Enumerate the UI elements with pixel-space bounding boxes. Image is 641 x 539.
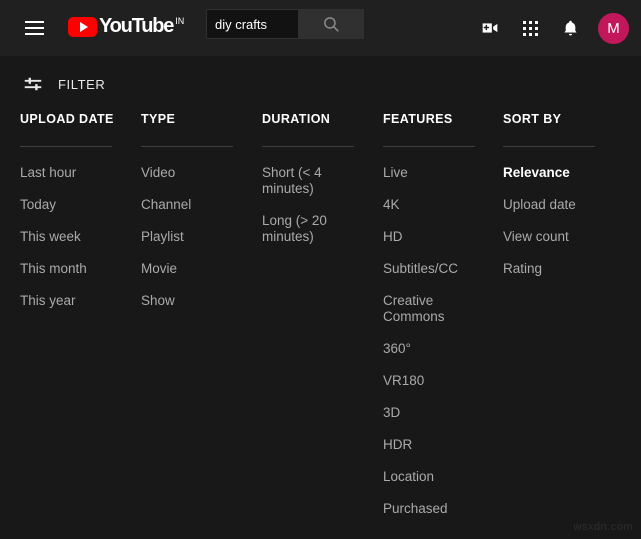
filter-option-rating[interactable]: Rating [503, 261, 595, 277]
hamburger-menu-button[interactable] [14, 8, 54, 48]
filter-option-channel[interactable]: Channel [141, 197, 233, 213]
filter-column-divider [383, 146, 475, 147]
filter-option-360[interactable]: 360° [383, 341, 475, 357]
filter-option-purchased[interactable]: Purchased [383, 501, 475, 517]
masthead-header: YouTube IN diy crafts M [0, 0, 641, 56]
notifications-bell-icon [563, 20, 577, 35]
filter-option-list-upload-date: Last hour Today This week This month This ye… [20, 165, 112, 309]
filter-option-relevance[interactable]: Relevance [503, 165, 595, 181]
filter-option-this-month[interactable]: This month [20, 261, 112, 277]
youtube-search-filters-page: YouTube IN diy crafts M FILTER UPLOAD DA… [0, 0, 641, 539]
filter-column-divider [503, 146, 595, 147]
filter-option-this-year[interactable]: This year [20, 293, 112, 309]
filter-option-3d[interactable]: 3D [383, 405, 475, 421]
apps-grid-button[interactable] [510, 8, 550, 48]
filter-column-title-upload-date: UPLOAD DATE [20, 112, 114, 126]
create-video-icon [482, 23, 498, 33]
filter-column-features: FEATURES Live 4K HD Subtitles/CC Creative Com… [383, 112, 475, 533]
filter-option-last-hour[interactable]: Last hour [20, 165, 112, 181]
filter-option-short-4-minutes[interactable]: Short (< 4 minutes) [262, 165, 354, 197]
filter-option-upload-date[interactable]: Upload date [503, 197, 595, 213]
filter-bar: FILTER [0, 56, 641, 112]
filter-column-sort-by: SORT BY Relevance Upload date View count Rat… [503, 112, 595, 293]
filter-label: FILTER [58, 76, 106, 92]
filter-sliders-icon [24, 77, 42, 91]
filter-option-playlist[interactable]: Playlist [141, 229, 233, 245]
filter-column-title-duration: DURATION [262, 112, 331, 126]
notifications-button[interactable] [550, 8, 590, 48]
filter-column-upload-date: UPLOAD DATE Last hour Today This week This m… [20, 112, 114, 325]
filter-option-long-20-minutes[interactable]: Long (> 20 minutes) [262, 213, 354, 245]
filter-option-location[interactable]: Location [383, 469, 475, 485]
search-icon [323, 16, 339, 32]
filter-option-hd[interactable]: HD [383, 229, 475, 245]
apps-grid-icon [522, 20, 538, 36]
filter-option-vr180[interactable]: VR180 [383, 373, 475, 389]
create-video-button[interactable] [470, 8, 510, 48]
filter-option-show[interactable]: Show [141, 293, 233, 309]
filter-column-title-type: TYPE [141, 112, 176, 126]
filter-option-subtitles-cc[interactable]: Subtitles/CC [383, 261, 475, 277]
filter-option-this-week[interactable]: This week [20, 229, 112, 245]
search-input[interactable] [206, 9, 299, 39]
filter-column-type: TYPE Video Channel Playlist Movie Show [141, 112, 233, 325]
hamburger-menu-icon [24, 21, 44, 35]
filter-column-divider [141, 146, 233, 147]
filter-option-4k[interactable]: 4K [383, 197, 475, 213]
search-button[interactable] [299, 9, 364, 39]
filter-option-list-duration: Short (< 4 minutes) Long (> 20 minutes) [262, 165, 354, 245]
filter-option-view-count[interactable]: View count [503, 229, 595, 245]
filter-option-video[interactable]: Video [141, 165, 233, 181]
filter-option-hdr[interactable]: HDR [383, 437, 475, 453]
filter-option-list-sort-by: Relevance Upload date View count Rating [503, 165, 595, 277]
filter-option-today[interactable]: Today [20, 197, 112, 213]
watermark: wsxdn.com [573, 521, 633, 533]
header-actions: M [470, 8, 629, 48]
youtube-country-code: IN [175, 16, 185, 26]
filter-option-live[interactable]: Live [383, 165, 475, 181]
youtube-play-icon [68, 17, 97, 37]
filter-column-divider [20, 146, 112, 147]
filter-column-duration: DURATION Short (< 4 minutes) Long (> 20 mi… [262, 112, 354, 261]
filter-option-creative-commons[interactable]: Creative Commons [383, 293, 475, 325]
search-area [206, 9, 364, 39]
filter-option-movie[interactable]: Movie [141, 261, 233, 277]
filter-option-list-features: Live 4K HD Subtitles/CC Creative Commons 360°… [383, 165, 475, 517]
filter-option-list-type: Video Channel Playlist Movie Show [141, 165, 233, 309]
filter-column-divider [262, 146, 354, 147]
avatar[interactable]: M [598, 12, 629, 44]
youtube-logo[interactable]: YouTube IN [68, 16, 184, 40]
filter-toggle-button[interactable]: FILTER [22, 73, 105, 95]
youtube-logo-text: YouTube [99, 15, 174, 37]
filter-column-title-features: FEATURES [383, 112, 453, 126]
filter-column-title-sort-by: SORT BY [503, 112, 562, 126]
